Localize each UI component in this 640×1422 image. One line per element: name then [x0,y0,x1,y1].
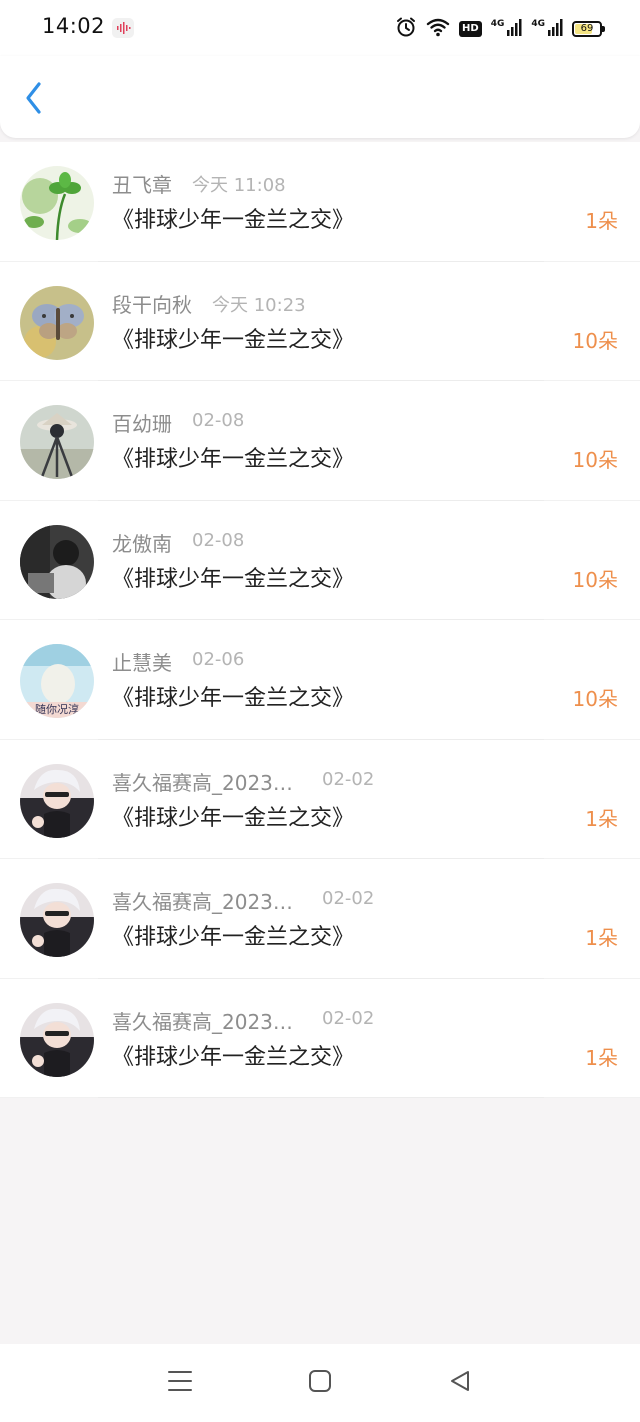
wifi-icon [426,17,450,41]
signal-4g-icon [506,17,522,41]
battery-tip [602,26,605,32]
send-time: 今天 11:08 [192,175,286,196]
status-bar: 14:02 HD 4G 4G 69 [0,0,640,56]
status-icons: HD 4G 4G 69 [395,16,605,42]
gift-record-row[interactable]: 喜久福赛高_20239... 02-02 《排球少年一金兰之交》 1朵 [0,740,640,859]
back-button[interactable] [14,80,54,120]
svg-text:随你况淳: 随你况淳 [35,702,79,716]
nav-header [0,56,640,138]
network-type-label: 4G [531,19,545,29]
work-title: 《排球少年一金兰之交》 [112,805,355,831]
flower-count: 1朵 [585,806,618,831]
sender-name: 止慧美 [112,651,172,675]
sender-name: 百幼珊 [112,412,172,436]
send-time: 02-02 [322,888,375,909]
work-title: 《排球少年一金兰之交》 [112,566,355,592]
flower-count: 1朵 [585,209,618,233]
hd-voice-icon: HD [459,21,482,37]
send-time: 02-08 [192,410,245,431]
avatar[interactable] [20,285,94,360]
network-type-label: 4G [490,19,505,29]
flower-count: 10朵 [572,328,618,353]
avatar[interactable] [20,763,94,838]
gift-record-row[interactable]: 喜久福赛高_20239... 02-02 《排球少年一金兰之交》 1朵 [0,979,640,1098]
work-title: 《排球少年一金兰之交》 [112,447,355,472]
gift-record-row[interactable]: 段干向秋 今天 10:23 《排球少年一金兰之交》 10朵 [0,262,640,381]
home-icon [308,1369,332,1397]
avatar[interactable] [20,524,94,599]
chevron-left-icon [23,81,45,119]
gift-record-list: 丑飞章 今天 11:08 《排球少年一金兰之交》 1朵 段干向秋 今天 10:23 《排球少… [0,142,640,1098]
menu-icon [167,1369,193,1397]
work-title: 《排球少年一金兰之交》 [112,208,355,233]
battery-level: 69 [580,23,594,34]
avatar[interactable] [20,1002,94,1077]
back-nav-button[interactable] [440,1363,480,1403]
sender-name: 龙傲南 [112,531,172,556]
menu-button[interactable] [160,1363,200,1403]
status-time: 14:02 [42,14,106,38]
work-title: 《排球少年一金兰之交》 [112,925,355,950]
avatar[interactable] [20,883,94,957]
signal-4g-icon [547,17,563,41]
gift-record-row[interactable]: 百幼珊 02-08 《排球少年一金兰之交》 10朵 [0,381,640,501]
row-divider [98,1097,544,1098]
send-time: 02-02 [322,1007,375,1029]
avatar[interactable]: 随你况淳 [20,644,94,718]
sender-name: 丑飞章 [112,173,172,197]
flower-count: 10朵 [572,567,618,592]
sender-name: 喜久福赛高_20239... [112,890,302,914]
home-button[interactable] [300,1363,340,1403]
work-title: 《排球少年一金兰之交》 [112,327,355,353]
battery-icon: 69 [572,21,605,37]
work-title: 《排球少年一金兰之交》 [112,1044,355,1070]
gift-record-row[interactable]: 丑飞章 今天 11:08 《排球少年一金兰之交》 1朵 [0,142,640,262]
gift-record-row[interactable]: 随你况淳 止慧美 02-06 《排球少年一金兰之交》 10朵 [0,620,640,740]
flower-count: 1朵 [585,926,618,950]
work-title: 《排球少年一金兰之交》 [112,686,355,711]
sender-name: 喜久福赛高_20239... [112,1009,302,1034]
sender-name: 喜久福赛高_20239... [112,770,302,795]
send-time: 02-06 [192,649,245,670]
flower-count: 1朵 [585,1045,618,1070]
send-time: 今天 10:23 [212,294,306,316]
voice-recorder-icon [112,18,134,38]
gift-record-row[interactable]: 喜久福赛高_20239... 02-02 《排球少年一金兰之交》 1朵 [0,859,640,979]
send-time: 02-08 [192,529,245,551]
avatar[interactable] [20,405,94,479]
gift-record-row[interactable]: 龙傲南 02-08 《排球少年一金兰之交》 10朵 [0,501,640,620]
flower-count: 10朵 [572,687,618,711]
send-time: 02-02 [322,768,375,790]
flower-count: 10朵 [572,448,618,472]
system-navigation-bar [0,1344,640,1422]
alarm-clock-icon [395,16,417,42]
avatar[interactable] [20,166,94,240]
back-icon [448,1369,472,1397]
sender-name: 段干向秋 [112,292,192,317]
